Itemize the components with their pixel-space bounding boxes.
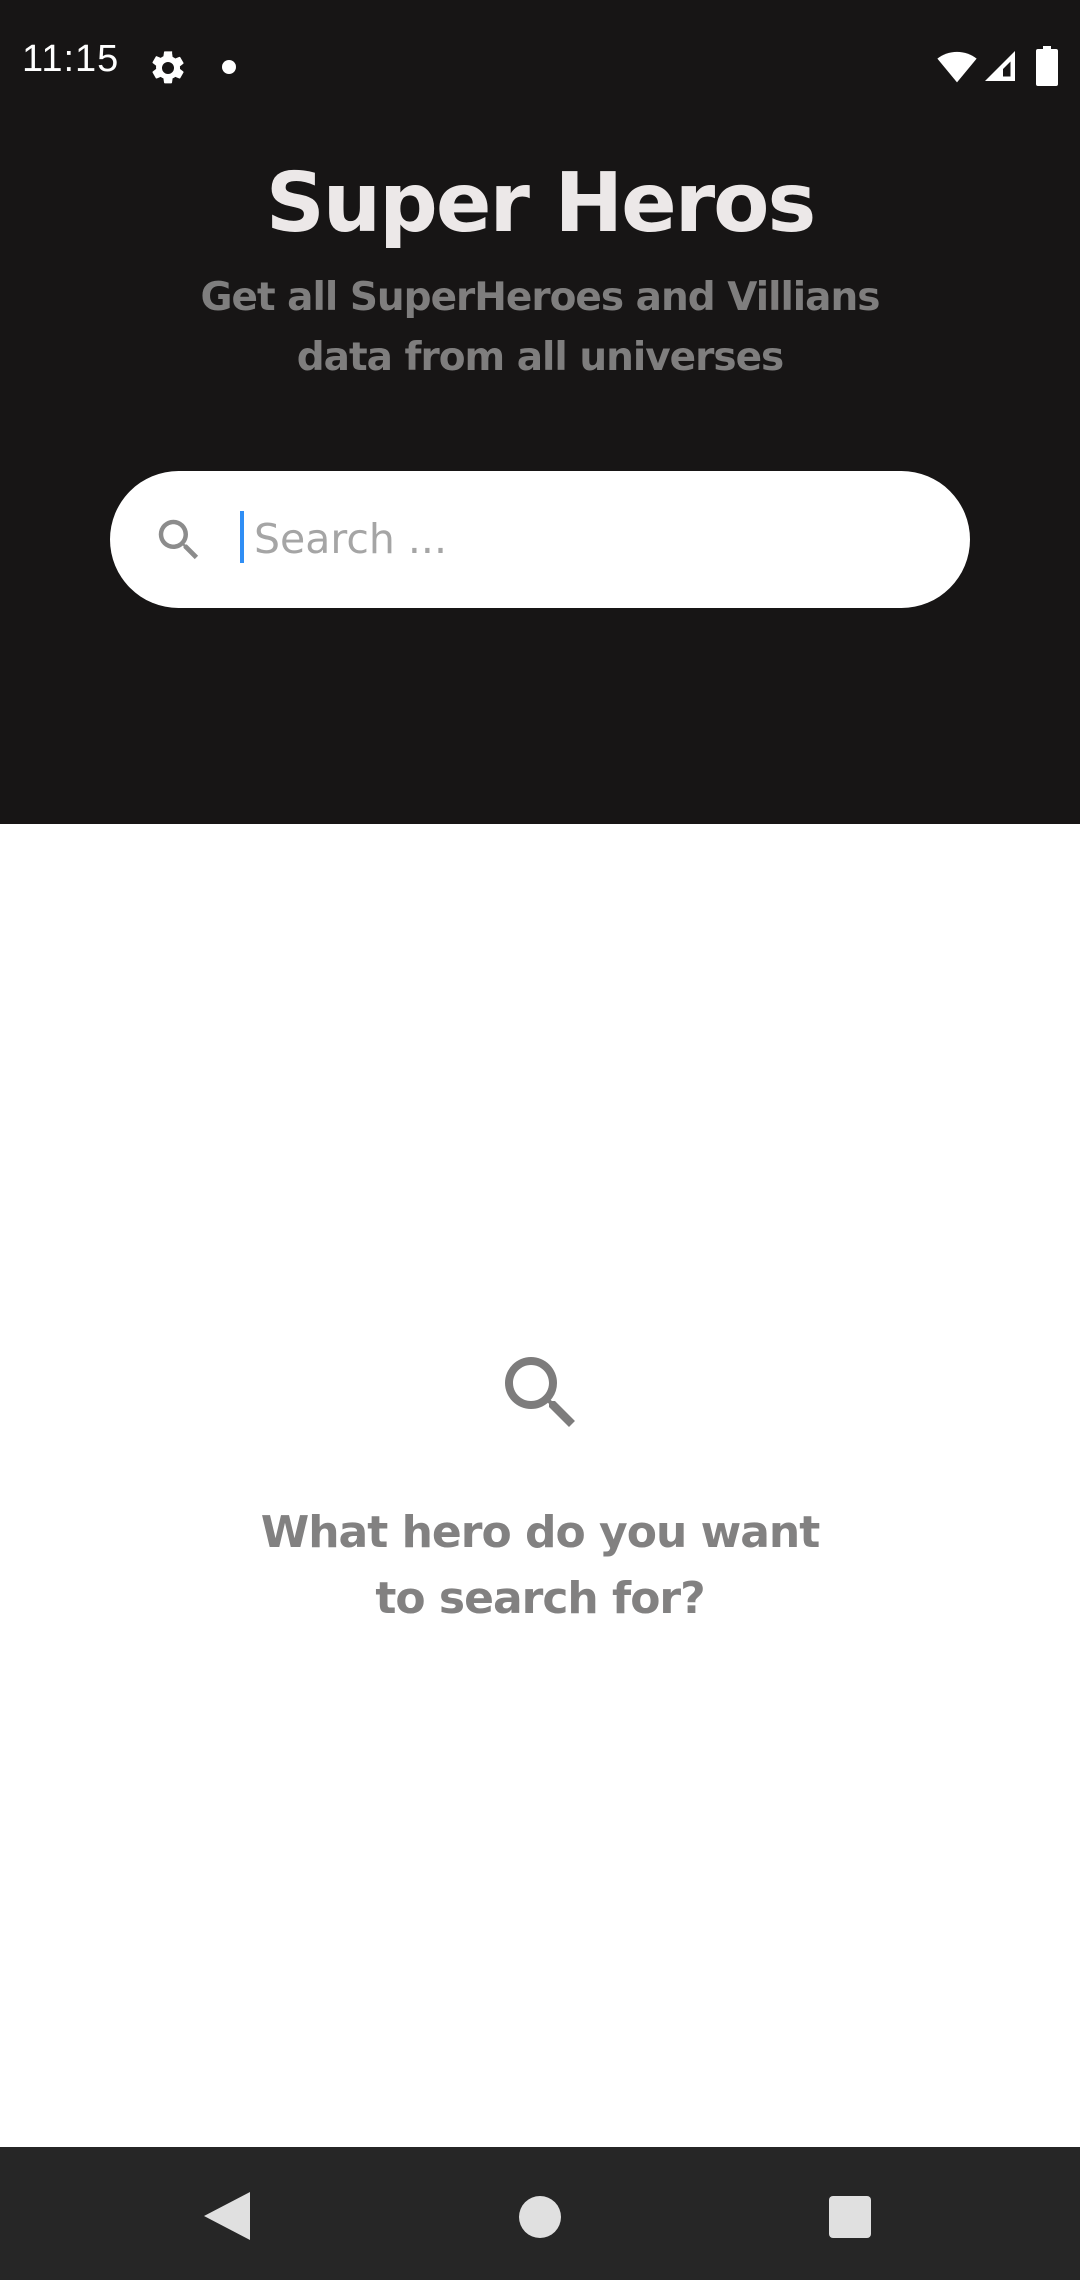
battery-icon xyxy=(1036,46,1058,86)
search-icon xyxy=(505,1357,575,1427)
signal-icon xyxy=(985,51,1015,81)
search-bar[interactable] xyxy=(110,471,970,608)
back-icon[interactable] xyxy=(204,2192,250,2240)
text-cursor xyxy=(240,511,244,563)
empty-state-message: What hero do you want to search for? xyxy=(260,1507,821,1624)
search-input[interactable] xyxy=(240,499,944,579)
notification-dot-icon xyxy=(222,60,236,74)
status-bar: 11:15 xyxy=(0,0,1080,134)
page-subtitle: Get all SuperHeroes and Villians data fr… xyxy=(200,275,881,380)
status-time: 11:15 xyxy=(22,38,120,80)
gear-icon xyxy=(152,51,184,84)
home-icon[interactable] xyxy=(519,2196,561,2238)
navigation-bar xyxy=(0,2147,1080,2280)
wifi-icon xyxy=(937,51,977,83)
recent-apps-icon[interactable] xyxy=(829,2196,871,2238)
search-icon xyxy=(158,519,199,560)
page-title: Super Heros xyxy=(265,156,817,251)
